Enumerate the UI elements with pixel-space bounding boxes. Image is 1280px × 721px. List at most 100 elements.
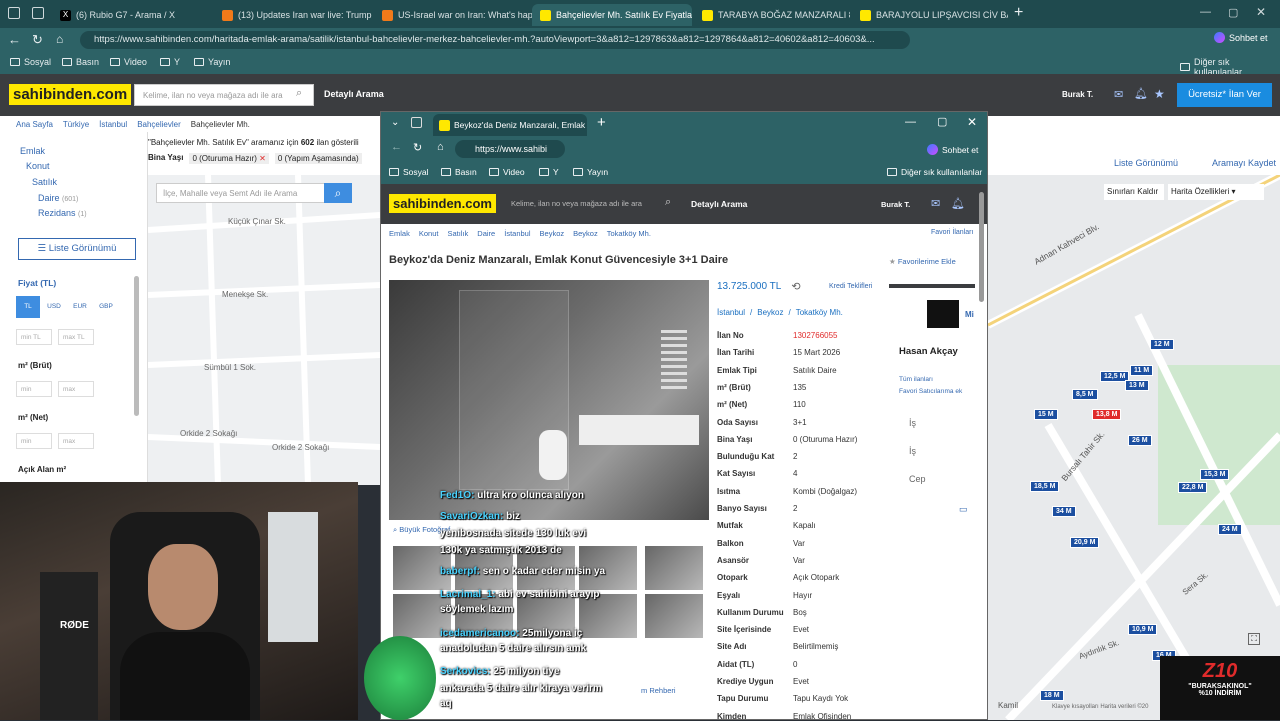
user-menu[interactable]: Burak T. xyxy=(881,200,910,209)
location-district[interactable]: Beykoz xyxy=(757,308,783,317)
cat-konut[interactable]: Konut xyxy=(26,161,50,171)
map-price-marker[interactable]: 18 M xyxy=(1040,690,1064,701)
cat-rezidans[interactable]: Rezidans (1) xyxy=(38,208,87,218)
bookmark-y[interactable]: Y xyxy=(160,57,180,67)
site-logo[interactable]: sahibinden.com xyxy=(389,194,496,213)
bookmark-yayin[interactable]: Yayın xyxy=(194,57,230,67)
help-link[interactable]: m Rehberi xyxy=(641,686,676,695)
chevron-down-icon[interactable]: ⌄ xyxy=(391,117,399,128)
currency-tl[interactable]: TL xyxy=(16,296,40,318)
crumb[interactable]: Satılık xyxy=(447,229,468,238)
map-price-marker[interactable]: 24 M xyxy=(1218,524,1242,535)
location-city[interactable]: İstanbul xyxy=(717,308,745,317)
popup-url-field[interactable]: https://www.sahibi xyxy=(455,140,565,158)
phone-work-1[interactable]: İş xyxy=(909,418,916,428)
max-m2-net-input[interactable]: max xyxy=(58,433,94,449)
map-price-marker[interactable]: 18,5 M xyxy=(1030,481,1060,492)
currency-gbp[interactable]: GBP xyxy=(94,296,118,318)
phone-work-2[interactable]: İş xyxy=(909,446,916,456)
save-search-link[interactable]: Aramayı Kaydet xyxy=(1212,158,1276,168)
crumb[interactable]: İstanbul xyxy=(99,120,127,129)
remove-icon[interactable]: ✕ xyxy=(259,154,266,163)
bell-icon[interactable]: 🔔︎ xyxy=(951,197,965,210)
add-favorite-button[interactable]: ★ Favorilerime Ekle xyxy=(889,257,956,266)
tab-4-active[interactable]: Bahçelievler Mh. Satılık Ev Fiyatları xyxy=(532,4,692,26)
bookmark-video[interactable]: Video xyxy=(110,57,147,67)
maximize-icon[interactable]: ▢ xyxy=(1228,6,1238,19)
popup-tab[interactable]: Beykoz'da Deniz Manzaralı, Emlak✕ xyxy=(433,114,587,136)
crumb[interactable]: Tokatköy Mh. xyxy=(607,229,651,238)
crumb[interactable]: Emlak xyxy=(389,229,410,238)
favorites-link[interactable]: Favori İlanları xyxy=(931,229,973,236)
search-icon[interactable]: ⌕ xyxy=(665,196,671,209)
reload-icon[interactable]: ↻ xyxy=(413,141,422,154)
crumb[interactable]: Beykoz xyxy=(540,229,565,238)
url-field[interactable]: https://www.sahibinden.com/haritada-emla… xyxy=(80,31,910,49)
post-ad-button[interactable]: Ücretsiz* İlan Ver xyxy=(1177,83,1272,107)
max-price-input[interactable]: max TL xyxy=(58,329,94,345)
all-listings-link[interactable]: Tüm ilanları xyxy=(899,376,933,383)
bookmark-basin[interactable]: Basın xyxy=(62,57,99,67)
message-icon[interactable]: ▭ xyxy=(959,504,968,515)
new-tab-icon[interactable]: + xyxy=(1014,4,1023,22)
tab-3[interactable]: US-Israel war on Iran: What's happ xyxy=(374,4,532,26)
close-window-icon[interactable]: ✕ xyxy=(967,115,977,129)
map-price-marker[interactable]: 26 M xyxy=(1128,435,1152,446)
home-icon[interactable]: ⌂ xyxy=(437,141,444,153)
map-price-marker[interactable]: 10,9 M xyxy=(1128,624,1158,635)
list-view-button[interactable]: ☰ Liste Görünümü xyxy=(18,238,136,260)
bookmark-sosyal[interactable]: Sosyal xyxy=(389,167,429,177)
crumb[interactable]: İstanbul xyxy=(504,229,530,238)
bookmark-sosyal[interactable]: Sosyal xyxy=(10,57,51,67)
crumb[interactable]: Konut xyxy=(419,229,439,238)
map-price-marker[interactable]: 11 M xyxy=(1130,365,1154,376)
reload-icon[interactable]: ↻ xyxy=(32,32,43,48)
minimize-icon[interactable]: — xyxy=(905,116,916,128)
currency-eur[interactable]: EUR xyxy=(68,296,92,318)
new-tab-icon[interactable]: + xyxy=(597,114,606,131)
filter-chip[interactable]: 0 (Oturuma Hazır) ✕ xyxy=(189,153,269,164)
history-icon[interactable]: ⟲ xyxy=(791,280,800,293)
credit-offers-link[interactable]: Kredi Teklifleri xyxy=(829,283,872,290)
mail-icon[interactable]: ✉ xyxy=(931,197,940,210)
bookmark-basin[interactable]: Basın xyxy=(441,167,477,177)
bookmark-yayin[interactable]: Yayın xyxy=(573,167,608,177)
home-icon[interactable]: ⌂ xyxy=(56,32,63,46)
tab-actions-icon[interactable] xyxy=(32,7,44,19)
search-icon[interactable]: ⌕ xyxy=(296,87,302,100)
maximize-icon[interactable]: ▢ xyxy=(937,115,947,128)
back-icon[interactable]: ← xyxy=(8,32,21,47)
popup-search-input[interactable]: Kelime, ilan no veya mağaza adı ile ara xyxy=(505,194,679,214)
chat-button[interactable]: Sohbet et xyxy=(1214,32,1268,43)
bell-icon[interactable]: 🔔︎ xyxy=(1134,87,1148,100)
cat-satilik[interactable]: Satılık xyxy=(32,177,57,187)
window-menu-icon[interactable] xyxy=(8,7,20,19)
cat-emlak[interactable]: Emlak xyxy=(20,146,45,156)
user-menu[interactable]: Burak T. xyxy=(1062,90,1093,99)
bookmark-video[interactable]: Video xyxy=(489,167,525,177)
detailed-search-link[interactable]: Detaylı Arama xyxy=(691,199,747,209)
photo-thumb[interactable] xyxy=(645,546,703,590)
tab-1[interactable]: X (6) Rubio G7 - Arama / X xyxy=(52,4,210,26)
map-search-input[interactable]: İlçe, Mahalle veya Semt Adı ile Arama xyxy=(156,183,332,203)
map-features-button[interactable]: Harita Özellikleri ▾ xyxy=(1168,184,1264,200)
fullscreen-icon[interactable]: ⛶ xyxy=(1248,633,1260,645)
list-view-link[interactable]: Liste Görünümü xyxy=(1114,158,1178,168)
seller-logo[interactable] xyxy=(927,300,959,328)
favorite-seller-link[interactable]: Favori Satıcılarıma ek xyxy=(899,388,962,395)
max-m2-brut-input[interactable]: max xyxy=(58,381,94,397)
back-icon[interactable]: ← xyxy=(391,141,402,153)
map-search-button[interactable]: ⌕ xyxy=(324,183,352,203)
tab-6[interactable]: BARAJYOLU LIPŞAVCISI CİV BAHÇ xyxy=(852,4,1008,26)
site-search-input[interactable]: Kelime, ilan no veya mağaza adı ile ara xyxy=(134,84,314,106)
listing-main-photo[interactable] xyxy=(389,280,709,520)
site-logo[interactable]: sahibinden.com xyxy=(9,84,132,105)
map-left-area[interactable]: Küçük Çınar Sk. Menekşe Sk. Sümbül 1 Sok… xyxy=(148,175,380,485)
phone-mobile[interactable]: Cep xyxy=(909,474,926,484)
map-price-marker[interactable]: 15 M xyxy=(1034,409,1058,420)
mail-icon[interactable]: ✉ xyxy=(1114,88,1123,101)
map-price-marker[interactable]: 13 M xyxy=(1125,380,1149,391)
crumb[interactable]: Daire xyxy=(477,229,495,238)
bookmark-y[interactable]: Y xyxy=(539,167,559,177)
star-icon[interactable]: ★ xyxy=(1154,87,1165,101)
